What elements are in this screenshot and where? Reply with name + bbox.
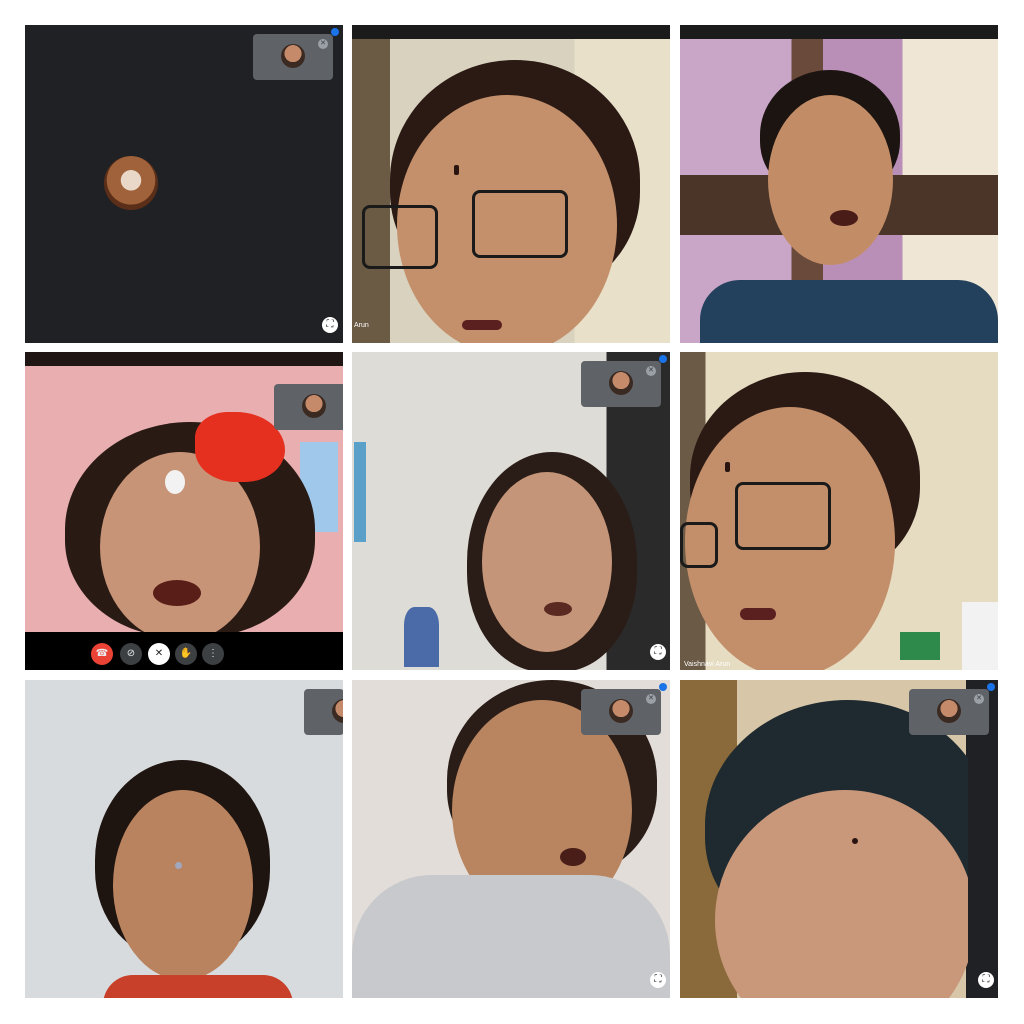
notification-badge [331, 28, 339, 36]
expand-icon[interactable]: ⛶ [978, 972, 994, 988]
video-tile-participant-vaishnavi: Vaishnavi Arun [680, 352, 998, 670]
end-call-button[interactable]: ☎ [91, 643, 113, 665]
self-view-pip[interactable]: ✕ [581, 689, 661, 735]
video-tile-participant [25, 680, 343, 998]
video-tile-participant: ✕ ⛶ [680, 680, 998, 998]
participant-avatar [104, 156, 158, 210]
participant-video-frame [352, 25, 670, 343]
notification-badge [659, 355, 667, 363]
mic-off-icon: ✕ [646, 366, 656, 376]
participant-video-frame [25, 680, 343, 998]
more-options-button[interactable]: ⋮ [202, 643, 224, 665]
self-view-avatar [302, 394, 326, 418]
self-view-pip[interactable]: ✕ [909, 689, 989, 735]
video-tile-avatar: ✕ ⛶ [25, 25, 343, 343]
video-tile-participant-arun: Arun [352, 25, 670, 343]
expand-icon[interactable]: ⛶ [650, 644, 666, 660]
self-view-avatar [281, 44, 305, 68]
camera-toggle-button[interactable]: ⊘ [120, 643, 142, 665]
self-view-avatar [937, 699, 961, 723]
video-tile-participant: ✕ ⛶ [352, 680, 670, 998]
video-tile-participant: ✕ ⛶ [352, 352, 670, 670]
raise-hand-button[interactable]: ✋ [175, 643, 197, 665]
participant-name-label: Vaishnavi Arun [684, 661, 731, 668]
video-tile-participant [680, 25, 998, 343]
notification-badge [987, 683, 995, 691]
mic-off-icon: ✕ [318, 39, 328, 49]
participant-video-frame [680, 25, 998, 343]
self-view-pip[interactable]: ✕ [253, 34, 333, 80]
self-view-avatar [332, 699, 343, 723]
self-view-avatar [609, 699, 633, 723]
mic-off-icon: ✕ [646, 694, 656, 704]
participant-video-frame [680, 352, 998, 670]
video-tile-self-controls [25, 352, 343, 670]
self-view-avatar [609, 371, 633, 395]
participant-name-label: Arun [354, 322, 369, 329]
mic-toggle-button[interactable]: ✕ [148, 643, 170, 665]
self-view-pip[interactable] [274, 384, 343, 430]
expand-icon[interactable]: ⛶ [650, 972, 666, 988]
self-view-pip[interactable]: ✕ [581, 361, 661, 407]
notification-badge [659, 683, 667, 691]
self-view-pip[interactable] [304, 689, 343, 735]
expand-icon[interactable]: ⛶ [322, 317, 338, 333]
mic-off-icon: ✕ [974, 694, 984, 704]
